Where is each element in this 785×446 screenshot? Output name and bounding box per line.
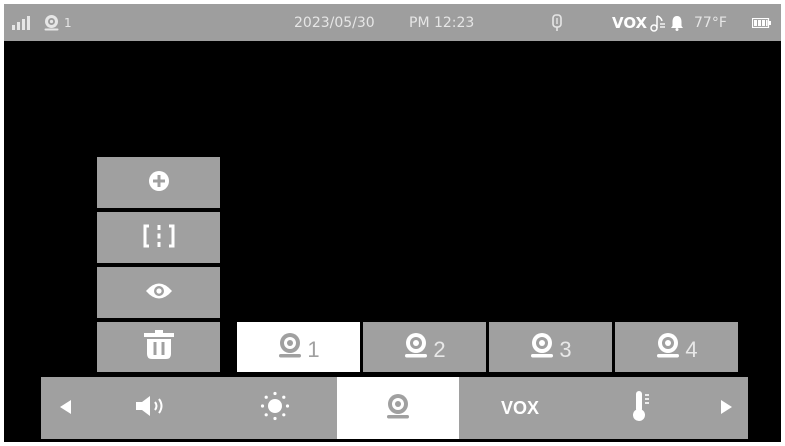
status-camera-number: 1 [64,15,72,30]
monitor-screen: 1 2023/05/30 PM 12:23 VOX 77°F 1 2 3 4 V… [4,4,781,442]
arrow-right-icon [720,399,732,418]
sun-icon [260,391,290,425]
camera-tab-1[interactable]: 1 [237,322,360,372]
scroll-right-button[interactable] [703,377,748,439]
delete-camera-button[interactable] [97,322,220,372]
status-temperature: 77°F [694,14,727,31]
camera-tab-number: 1 [307,337,320,362]
volume-button[interactable] [91,377,213,439]
camera-icon [277,332,303,362]
eye-icon [145,282,173,304]
camera-icon [43,4,60,41]
camera-tab-number: 4 [685,337,698,362]
vox-label: VOX [500,397,539,418]
view-button[interactable] [97,267,220,318]
camera-tab-3[interactable]: 3 [489,322,612,372]
camera-tab-number: 3 [559,337,572,362]
music-note-icon [650,4,666,41]
trash-icon [143,330,175,364]
plus-circle-icon [148,170,170,196]
speaker-icon [135,395,169,421]
scroll-left-button[interactable] [41,377,91,439]
vox-button[interactable]: VOX [459,377,581,439]
camera-icon [403,332,429,362]
microphone-icon [551,4,563,41]
camera-select-button[interactable] [337,377,459,439]
arrow-left-icon [60,399,72,418]
status-time: PM 12:23 [409,14,475,31]
add-camera-button[interactable] [97,157,220,208]
camera-icon [385,393,411,423]
temperature-button[interactable] [581,377,703,439]
camera-icon [655,332,681,362]
brightness-button[interactable] [213,377,337,439]
status-vox: VOX [612,13,648,32]
status-date: 2023/05/30 [294,14,375,31]
camera-tab-4[interactable]: 4 [615,322,738,372]
bell-icon [670,4,684,41]
battery-icon [752,4,772,41]
thermometer-icon [633,390,651,426]
status-bar: 1 2023/05/30 PM 12:23 VOX 77°F [4,4,781,41]
camera-tab-number: 2 [433,337,446,362]
camera-icon [529,332,555,362]
camera-tab-2[interactable]: 2 [363,322,486,372]
split-screen-icon [142,224,176,252]
split-screen-button[interactable] [97,212,220,263]
bottom-toolbar: VOX [41,377,748,439]
signal-strength-icon [12,4,32,41]
